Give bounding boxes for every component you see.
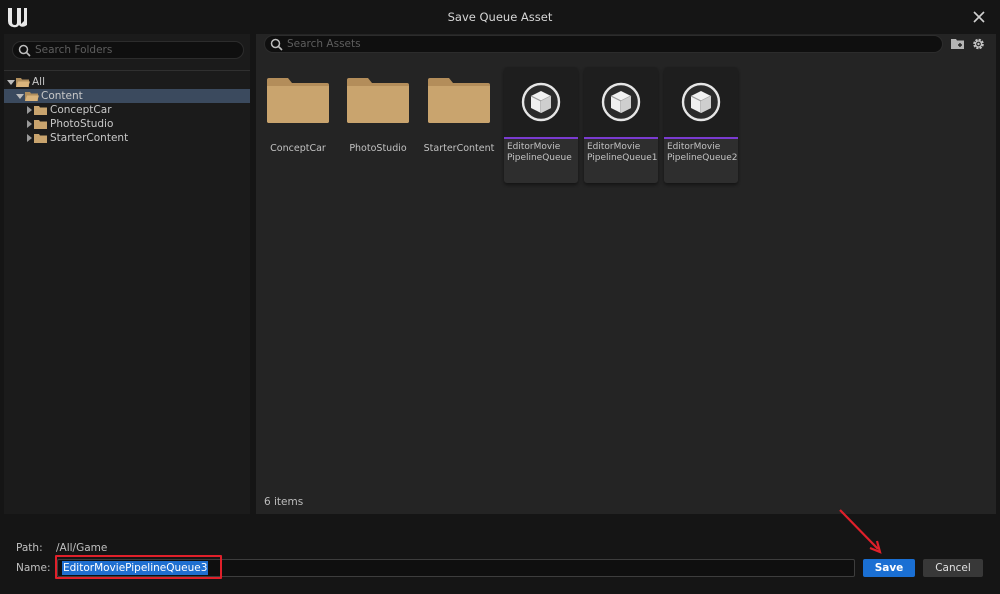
add-folder-icon[interactable] <box>950 37 965 51</box>
tree-item-all[interactable]: All <box>4 75 250 89</box>
asset-cube-icon <box>681 82 721 122</box>
expand-arrow-icon[interactable] <box>15 91 25 101</box>
asset-tile-label-line1: EditorMovie <box>507 142 561 152</box>
asset-name-value: EditorMoviePipelineQueue3 <box>62 561 209 575</box>
asset-tile-label-line1: EditorMovie <box>587 142 641 152</box>
folder-tile-startercontent[interactable]: StarterContent <box>424 77 494 157</box>
asset-cube-icon <box>601 82 641 122</box>
asset-tile-pipelinequeue2[interactable]: EditorMovie PipelineQueue2 <box>664 67 738 183</box>
folder-tile-conceptcar[interactable]: ConceptCar <box>266 77 330 157</box>
path-label: Path: <box>16 542 43 554</box>
folder-icon <box>34 105 47 115</box>
close-icon[interactable] <box>970 8 988 26</box>
asset-cube-icon <box>521 82 561 122</box>
tree-item-label: All <box>32 76 46 88</box>
open-folder-icon <box>16 77 30 87</box>
folder-search-box[interactable] <box>12 41 244 59</box>
folder-tile-label: StarterContent <box>423 143 495 154</box>
asset-tile-label-line2: PipelineQueue2 <box>667 153 738 163</box>
save-button[interactable]: Save <box>863 559 915 577</box>
folder-icon <box>34 119 47 129</box>
folder-tile-label: PhotoStudio <box>349 143 407 154</box>
tree-item-content[interactable]: Content <box>4 89 250 103</box>
folder-tile-photostudio[interactable]: PhotoStudio <box>346 77 410 157</box>
asset-tile-pipelinequeue[interactable]: EditorMovie PipelineQueue <box>504 67 578 183</box>
title-bar: Save Queue Asset <box>0 0 1000 34</box>
folder-panel: All Content ConceptCar <box>4 34 250 514</box>
asset-name-input[interactable]: EditorMoviePipelineQueue3 <box>57 559 855 577</box>
asset-search-input[interactable] <box>287 36 927 52</box>
asset-search-box[interactable] <box>264 35 943 53</box>
expand-arrow-icon[interactable] <box>6 77 16 87</box>
path-value: /All/Game <box>56 542 108 554</box>
settings-gear-icon[interactable] <box>971 37 986 51</box>
folder-icon <box>267 78 329 123</box>
tree-item-startercontent[interactable]: StarterContent <box>4 131 250 145</box>
folder-search-input[interactable] <box>35 42 240 58</box>
asset-panel: ConceptCar PhotoStudio StarterContent Ed… <box>256 34 996 514</box>
asset-tile-label-line2: PipelineQueue <box>507 153 572 163</box>
tree-item-label: StarterContent <box>50 132 129 144</box>
footer-bar: Path: /All/Game Name: EditorMoviePipelin… <box>0 518 1000 594</box>
folder-icon <box>34 133 47 143</box>
collapse-arrow-icon[interactable] <box>24 133 34 143</box>
asset-tile-label-line1: EditorMovie <box>667 142 721 152</box>
tree-item-label: ConceptCar <box>50 104 112 116</box>
search-icon <box>18 44 31 57</box>
folder-icon <box>428 78 490 123</box>
collapse-arrow-icon[interactable] <box>24 119 34 129</box>
tree-item-photostudio[interactable]: PhotoStudio <box>4 117 250 131</box>
window-title: Save Queue Asset <box>447 10 553 24</box>
collapse-arrow-icon[interactable] <box>24 105 34 115</box>
name-label: Name: <box>16 562 51 574</box>
open-folder-icon <box>25 91 39 101</box>
folder-tree: All Content ConceptCar PhotoStudio Start… <box>4 70 250 510</box>
folder-icon <box>347 78 409 123</box>
tree-item-label: Content <box>41 90 83 102</box>
tree-item-label: PhotoStudio <box>50 118 114 130</box>
cancel-button[interactable]: Cancel <box>923 559 983 577</box>
item-count: 6 items <box>264 496 304 508</box>
asset-tile-pipelinequeue1[interactable]: EditorMovie PipelineQueue1 <box>584 67 658 183</box>
asset-tile-label-line2: PipelineQueue1 <box>587 153 658 163</box>
search-icon <box>270 38 283 51</box>
folder-tile-label: ConceptCar <box>270 143 326 154</box>
tree-item-conceptcar[interactable]: ConceptCar <box>4 103 250 117</box>
